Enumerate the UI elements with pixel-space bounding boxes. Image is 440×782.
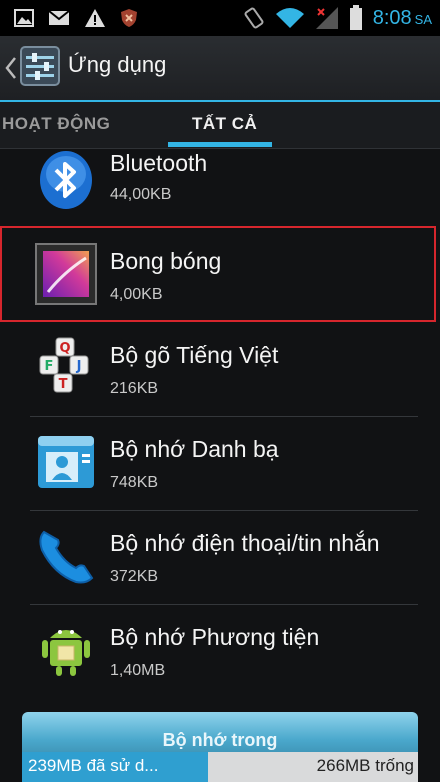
app-name: Bộ nhớ điện thoại/tin nhắn	[110, 530, 380, 556]
tab-running[interactable]: HOẠT ĐỘNG	[2, 114, 110, 134]
list-item[interactable]: Bộ nhớ Phương tiện 1,40MB	[0, 606, 440, 700]
list-item[interactable]: Bộ nhớ Danh bạ 748KB	[0, 418, 440, 512]
app-size: 748KB	[110, 474, 159, 491]
tab-bar: HOẠT ĐỘNG TẤT CẢ	[0, 102, 440, 149]
battery-icon	[349, 5, 362, 30]
settings-sliders-icon[interactable]	[20, 46, 60, 86]
android-media-icon	[42, 630, 90, 676]
svg-text:J: J	[76, 359, 82, 374]
storage-section: Bộ nhớ trong 239MB đã sử d... 266MB trốn…	[0, 706, 440, 782]
app-size: 216KB	[110, 380, 159, 397]
list-divider	[30, 604, 418, 605]
list-item[interactable]: Bluetooth 44,00KB	[0, 148, 440, 236]
list-item[interactable]: Bộ nhớ điện thoại/tin nhắn 372KB	[0, 512, 440, 606]
selected-item-highlight	[0, 226, 436, 322]
signal-icon	[315, 7, 338, 29]
keyboard-keys-icon: Q F J T	[39, 337, 89, 393]
list-divider	[30, 510, 418, 511]
phone-handset-icon	[39, 530, 94, 584]
list-divider	[30, 416, 418, 417]
back-caret-icon[interactable]	[4, 56, 18, 80]
storage-used-label: 239MB đã sử d...	[28, 756, 159, 775]
list-item[interactable]: Q F J T Bộ gõ Tiếng Việt 216KB	[0, 324, 440, 418]
svg-text:F: F	[45, 359, 54, 374]
app-name: Bluetooth	[110, 150, 208, 176]
status-clock: 8:08 SA	[372, 6, 432, 29]
warning-icon	[85, 9, 105, 27]
gmail-icon	[48, 10, 70, 25]
page-title: Ứng dụng	[68, 52, 167, 77]
app-size: 372KB	[110, 568, 159, 585]
action-bar: Ứng dụng	[0, 36, 440, 100]
app-name: Bộ gõ Tiếng Việt	[110, 342, 279, 368]
storage-free-label: 266MB trống	[316, 756, 414, 775]
svg-text:T: T	[59, 377, 68, 392]
tab-all[interactable]: TẤT CẢ	[192, 114, 257, 134]
contacts-storage-icon	[38, 436, 94, 488]
rotate-icon	[244, 7, 264, 29]
bluetooth-icon	[40, 151, 92, 209]
app-name: Bộ nhớ Danh bạ	[110, 436, 279, 462]
svg-text:Q: Q	[59, 341, 70, 356]
picture-icon	[14, 9, 34, 27]
shield-icon	[121, 9, 137, 27]
wifi-icon	[275, 8, 304, 28]
tab-indicator	[168, 142, 272, 147]
storage-usage-bar: 239MB đã sử d... 266MB trống	[22, 752, 418, 782]
storage-title: Bộ nhớ trong	[162, 730, 278, 750]
status-bar: 8:08 SA	[0, 0, 440, 36]
app-size: 1,40MB	[110, 662, 166, 679]
app-name: Bộ nhớ Phương tiện	[110, 624, 320, 650]
app-size: 44,00KB	[110, 186, 172, 203]
